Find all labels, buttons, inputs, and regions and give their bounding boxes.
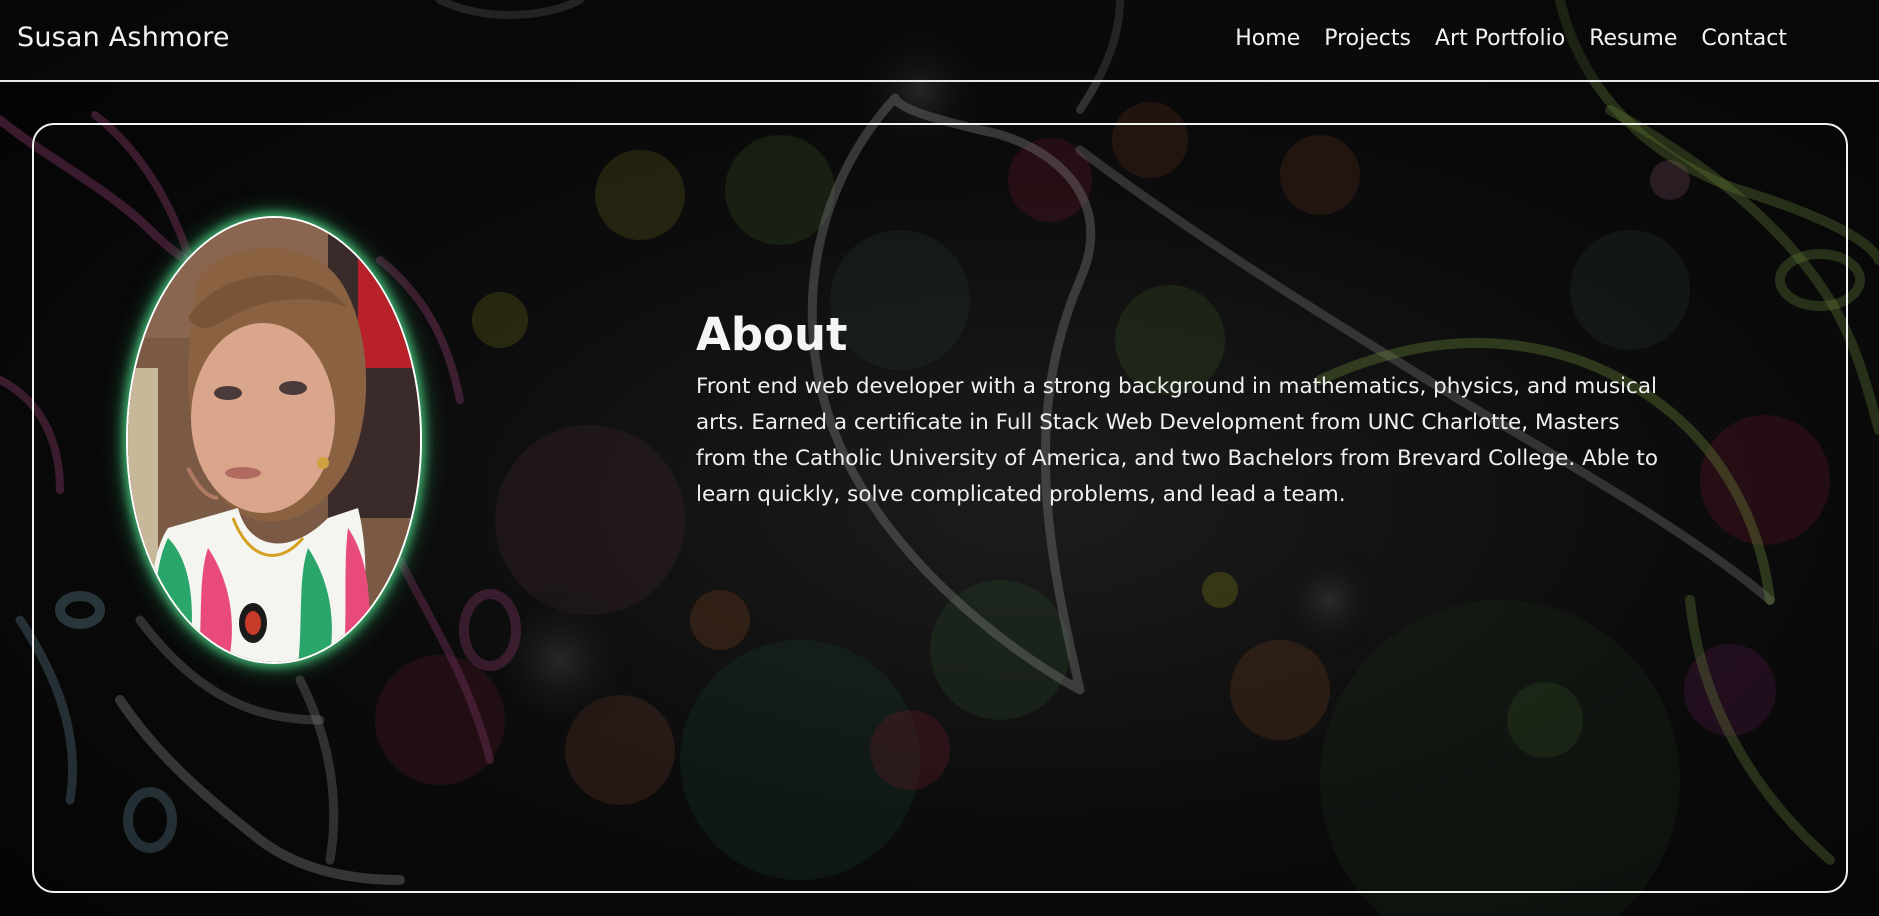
about-section: About Front end web developer with a str…	[696, 308, 1666, 513]
nav-link-contact[interactable]: Contact	[1701, 26, 1787, 51]
brand-link[interactable]: Susan Ashmore	[17, 22, 230, 53]
nav-link-resume[interactable]: Resume	[1589, 26, 1677, 51]
about-title: About	[696, 308, 848, 361]
about-text: Front end web developer with a strong ba…	[696, 374, 1658, 507]
profile-photo	[126, 216, 422, 664]
nav-link-art-portfolio[interactable]: Art Portfolio	[1435, 26, 1565, 51]
page: Susan Ashmore Home Projects Art Portfoli…	[0, 0, 1879, 916]
profile-photo-art	[128, 218, 420, 662]
nav-link-projects[interactable]: Projects	[1324, 26, 1411, 51]
navbar: Susan Ashmore Home Projects Art Portfoli…	[0, 0, 1879, 82]
nav-links: Home Projects Art Portfolio Resume Conta…	[1235, 26, 1787, 51]
nav-link-home[interactable]: Home	[1235, 26, 1300, 51]
